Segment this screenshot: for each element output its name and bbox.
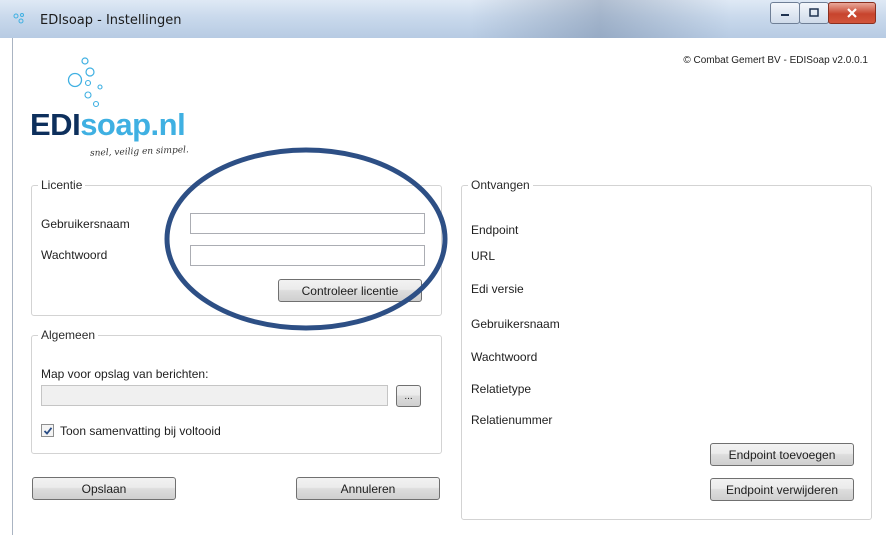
licentie-password-input[interactable] [190, 245, 425, 266]
algemeen-group-title: Algemeen [38, 328, 99, 342]
window-controls [770, 2, 876, 24]
save-button[interactable]: Opslaan [32, 477, 176, 500]
licentie-password-label: Wachtwoord [41, 248, 108, 262]
ontvangen-username-label: Gebruikersnaam [471, 317, 560, 331]
folder-path-input[interactable] [41, 385, 388, 406]
maximize-icon [809, 8, 819, 17]
ontvangen-password-label: Wachtwoord [471, 350, 538, 364]
ontvangen-group-title: Ontvangen [468, 178, 533, 192]
browse-folder-button[interactable]: ... [396, 385, 421, 407]
licentie-username-input[interactable] [190, 213, 425, 234]
close-icon [847, 8, 857, 18]
endpoint-add-button[interactable]: Endpoint toevoegen [710, 443, 854, 466]
controleer-licentie-button[interactable]: Controleer licentie [278, 279, 422, 302]
folder-label: Map voor opslag van berichten: [41, 367, 209, 381]
licentie-group: Licentie Gebruikersnaam Wachtwoord Contr… [31, 178, 442, 316]
licentie-username-label: Gebruikersnaam [41, 217, 130, 231]
edisoap-logo: EDIsoap.nl snel, veilig en simpel. [30, 52, 230, 172]
cancel-button[interactable]: Annuleren [296, 477, 440, 500]
logo-wordmark: EDIsoap.nl [30, 107, 186, 142]
copyright-text: © Combat Gemert BV - EDISoap v2.0.0.1 [683, 55, 868, 66]
minimize-button[interactable] [770, 2, 800, 24]
title-bar-highlight [470, 0, 730, 38]
endpoint-label: Endpoint [471, 223, 519, 237]
summary-checkbox-label: Toon samenvatting bij voltooid [60, 424, 221, 438]
relatienummer-label: Relatienummer [471, 413, 553, 427]
licentie-group-title: Licentie [38, 178, 86, 192]
endpoint-remove-button[interactable]: Endpoint verwijderen [710, 478, 854, 501]
relatietype-label: Relatietype [471, 382, 532, 396]
minimize-icon [781, 14, 789, 16]
ontvangen-group: Ontvangen Endpoint URL Edi versie Gebrui… [461, 178, 872, 520]
summary-checkbox[interactable] [41, 424, 54, 437]
algemeen-group: Algemeen Map voor opslag van berichten: … [31, 328, 442, 454]
url-label: URL [471, 249, 496, 263]
title-bar: EDIsoap - Instellingen [0, 0, 886, 38]
edi-versie-label: Edi versie [471, 282, 524, 296]
close-button[interactable] [828, 2, 876, 24]
checkmark-icon [43, 426, 52, 435]
app-icon [13, 13, 24, 24]
window-title: EDIsoap - Instellingen [40, 13, 182, 28]
maximize-button[interactable] [799, 2, 829, 24]
logo-tagline: snel, veilig en simpel. [89, 145, 190, 159]
bubbles-icon [67, 57, 103, 108]
